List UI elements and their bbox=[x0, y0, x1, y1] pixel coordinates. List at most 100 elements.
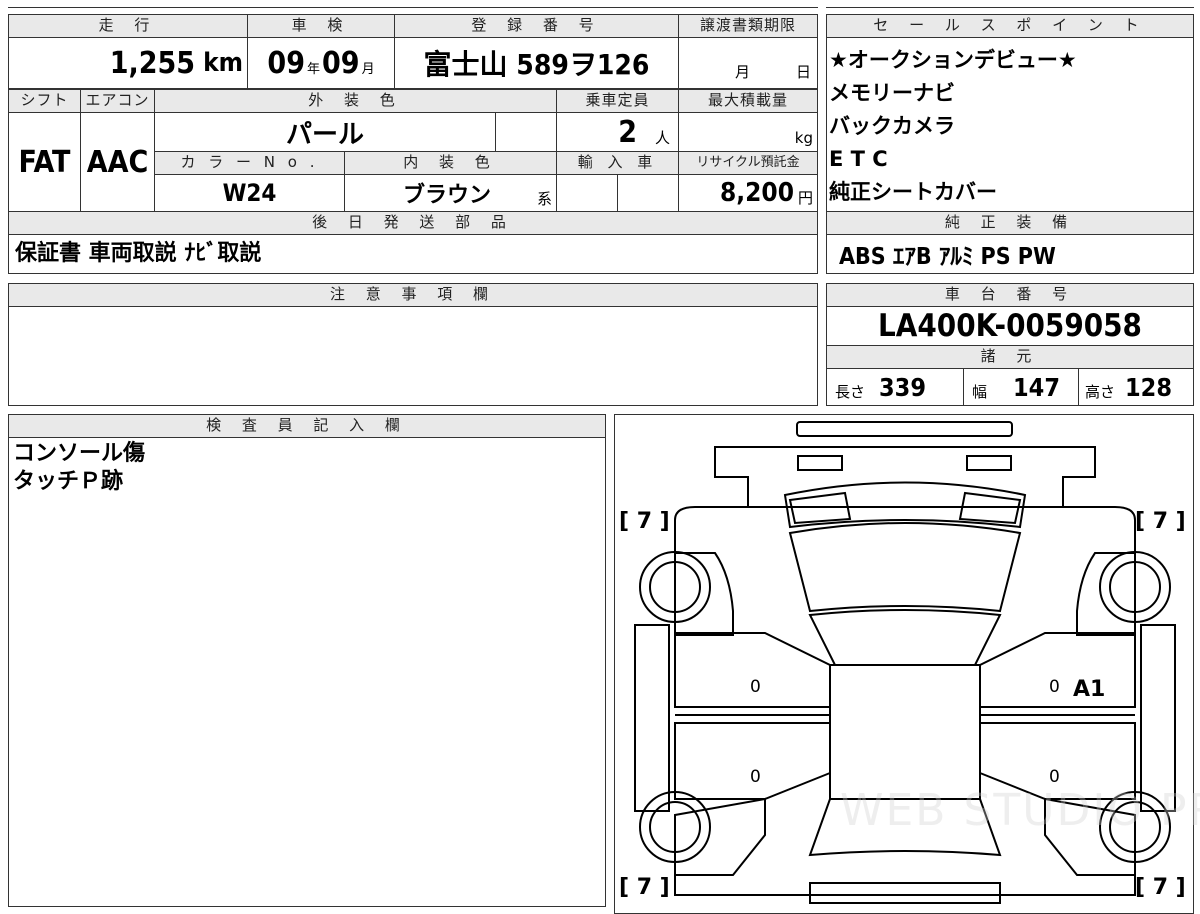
mileage-header: 走 行 bbox=[8, 14, 248, 38]
inspector-line: コンソール傷 bbox=[13, 441, 146, 466]
exterior-color-value: パール bbox=[285, 119, 364, 150]
later-parts-value: 保証書 車両取説 ﾅﾋﾞ取説 bbox=[15, 241, 262, 266]
recycle-fee-unit: 円 bbox=[797, 188, 813, 207]
notes-header: 注 意 事 項 欄 bbox=[8, 283, 818, 307]
front-fender-right bbox=[1076, 552, 1136, 636]
tire-depth-tr: [ 7 ] bbox=[1135, 509, 1186, 534]
spec-width-value: 147 bbox=[1013, 372, 1060, 402]
shaken-header: 車 検 bbox=[247, 14, 395, 38]
max-load-header: 最大積載量 bbox=[678, 89, 818, 113]
shift-header: シフト bbox=[8, 89, 81, 113]
sales-point-item: 純正シートカバー bbox=[829, 180, 997, 204]
headlight-right bbox=[966, 455, 1012, 471]
top-strip-right bbox=[826, 0, 1194, 8]
door-rear-left bbox=[674, 722, 831, 800]
body-outline bbox=[674, 506, 1136, 553]
car-diagram-panel: [ 7 ] [ 7 ] [ 7 ] [ 7 ] 0 0 0 0 A1 bbox=[614, 414, 1194, 914]
mileage-unit: km bbox=[203, 48, 243, 78]
rear-bumper-shape bbox=[809, 882, 1001, 904]
top-strip bbox=[8, 0, 818, 8]
sales-point-item: バックカメラ bbox=[829, 114, 955, 138]
chassis-header: 車 台 番 号 bbox=[826, 283, 1194, 307]
import-header: 輸 入 車 bbox=[556, 151, 679, 175]
registration-value: 富士山 589ヲ126 bbox=[423, 48, 650, 81]
exterior-color-cell: パール bbox=[154, 112, 496, 152]
color-no-header: カ ラ ー N o . bbox=[154, 151, 345, 175]
spec-height-value: 128 bbox=[1125, 372, 1172, 402]
capacity-header: 乗車定員 bbox=[556, 89, 679, 113]
color-no-cell: W24 bbox=[154, 174, 345, 212]
sales-points-box: ★オークションデビュー★ メモリーナビ バックカメラ E T C 純正シートカバ… bbox=[826, 37, 1194, 212]
capacity-unit: 人 bbox=[654, 128, 670, 147]
transfer-deadline-cell: 月 日 bbox=[678, 37, 818, 89]
windshield bbox=[788, 522, 1022, 613]
tire-depth-bl: [ 7 ] bbox=[619, 875, 670, 900]
later-parts-header: 後 日 発 送 部 品 bbox=[8, 211, 818, 235]
shaken-month-unit: 月 bbox=[361, 61, 375, 77]
sales-points-header: セ ー ル ス ポ イ ン ト bbox=[826, 14, 1194, 38]
exterior-header: 外 装 色 bbox=[154, 89, 557, 113]
ac-value: AAC bbox=[86, 144, 149, 180]
mileage-cell: 1,255 km bbox=[8, 37, 248, 89]
max-load-unit: kg bbox=[794, 129, 813, 147]
interior-color-suffix: 系 bbox=[537, 189, 553, 208]
roof bbox=[829, 664, 981, 800]
exterior-color-extra bbox=[495, 112, 557, 152]
color-no-value: W24 bbox=[222, 179, 277, 207]
transfer-day-unit: 日 bbox=[796, 63, 812, 81]
damage-mark-fr: A1 bbox=[1073, 677, 1106, 702]
door-mark-rl: 0 bbox=[750, 767, 761, 787]
spec-length-value: 339 bbox=[879, 372, 926, 402]
equipment-value: ABS ｴｱB ｱﾙﾐ PS PW bbox=[839, 244, 1056, 270]
import-cell-1 bbox=[556, 174, 618, 212]
step-left bbox=[634, 624, 670, 812]
shaken-year-unit: 年 bbox=[306, 61, 320, 77]
capacity-value: 2 bbox=[618, 114, 637, 150]
recycle-header: リサイクル預託金 bbox=[678, 151, 818, 175]
registration-header: 登 録 番 号 bbox=[394, 14, 679, 38]
spec-width-cell: 幅 147 bbox=[963, 368, 1079, 406]
sales-point-item: メモリーナビ bbox=[829, 81, 955, 105]
recycle-fee-cell: 8,200 円 bbox=[678, 174, 818, 212]
interior-color-cell: ブラウン 系 bbox=[344, 174, 557, 212]
roof-front bbox=[808, 609, 1002, 666]
notes-box bbox=[8, 306, 818, 406]
specs-header: 諸 元 bbox=[826, 345, 1194, 369]
equipment-header: 純 正 装 備 bbox=[826, 211, 1194, 235]
shift-value: FAT bbox=[18, 144, 71, 180]
equipment-cell: ABS ｴｱB ｱﾙﾐ PS PW bbox=[826, 234, 1194, 274]
shaken-year: 09 bbox=[267, 45, 305, 81]
watermark: WEB STUDIO PRO bbox=[840, 785, 1200, 836]
front-fender-left bbox=[674, 552, 734, 636]
sales-point-item: ★オークションデビュー★ bbox=[829, 48, 1077, 72]
shift-cell: FAT bbox=[8, 112, 81, 212]
rear-outline bbox=[674, 875, 1136, 896]
registration-cell: 富士山 589ヲ126 bbox=[394, 37, 679, 89]
interior-header: 内 装 色 bbox=[344, 151, 557, 175]
recycle-fee-value: 8,200 bbox=[719, 178, 794, 208]
spec-height-label: 高さ bbox=[1085, 382, 1116, 401]
interior-color-value: ブラウン bbox=[403, 183, 492, 208]
sales-point-item: E T C bbox=[829, 147, 888, 171]
import-cell-2 bbox=[617, 174, 679, 212]
hood-outline bbox=[714, 446, 1096, 508]
shaken-month: 09 bbox=[322, 45, 360, 81]
spec-length-cell: 長さ 339 bbox=[826, 368, 964, 406]
headlight-left bbox=[797, 455, 843, 471]
door-mark-fl: 0 bbox=[750, 677, 761, 697]
tire-depth-br: [ 7 ] bbox=[1135, 875, 1186, 900]
spec-width-label: 幅 bbox=[972, 382, 988, 401]
spec-height-cell: 高さ 128 bbox=[1078, 368, 1194, 406]
inspector-line: タッチＰ跡 bbox=[13, 469, 124, 494]
mileage-value: 1,255 bbox=[109, 45, 196, 81]
transfer-month-unit: 月 bbox=[735, 63, 751, 81]
spec-length-label: 長さ bbox=[835, 382, 866, 401]
step-right bbox=[1140, 624, 1176, 812]
door-mark-rr: 0 bbox=[1049, 767, 1060, 787]
tire-depth-tl: [ 7 ] bbox=[619, 509, 670, 534]
inspector-box: コンソール傷 タッチＰ跡 bbox=[8, 437, 606, 907]
front-bumper-shape bbox=[796, 421, 1013, 437]
capacity-cell: 2 人 bbox=[556, 112, 679, 152]
ac-cell: AAC bbox=[80, 112, 155, 212]
chassis-value: LA400K-0059058 bbox=[878, 308, 1142, 344]
